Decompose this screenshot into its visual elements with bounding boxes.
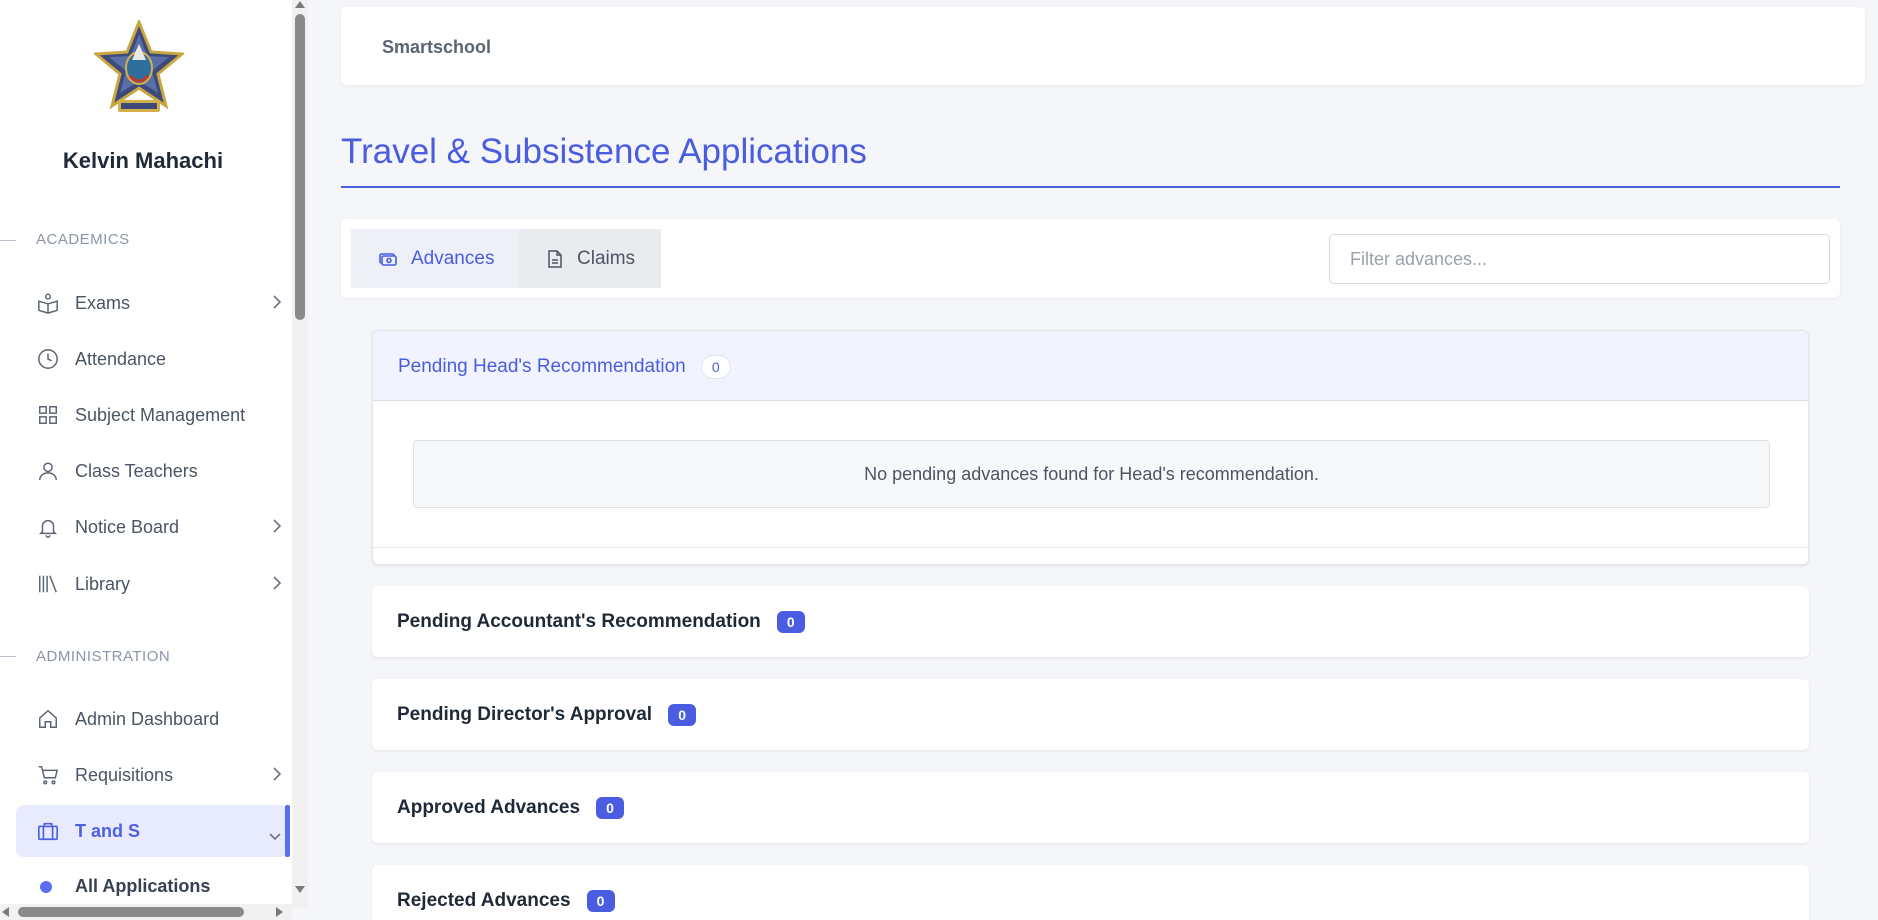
sidebar-subitem-label: All Applications [75,876,211,896]
home-icon [36,707,60,731]
title-underline [341,186,1840,188]
group-pending-head-recommendation: Pending Head's Recommendation 0 No pendi… [372,330,1809,565]
sidebar-item-library[interactable]: Library [16,558,288,610]
count-badge: 0 [586,889,615,912]
scrollbar-thumb[interactable] [18,907,244,917]
sidebar-item-subject-management[interactable]: Subject Management [16,389,288,441]
scroll-down-arrow-icon[interactable] [295,886,305,893]
scroll-up-arrow-icon[interactable] [295,1,305,8]
sidebar-item-label: Requisitions [75,764,174,785]
library-icon [36,572,60,596]
tab-label: Advances [411,247,495,269]
chevron-right-icon [272,294,282,315]
section-divider [0,240,16,241]
money-icon [379,251,397,267]
empty-state-message: No pending advances found for Head's rec… [413,440,1770,508]
chevron-right-icon [272,575,282,596]
group-title: Pending Director's Approval [397,703,653,725]
clock-icon [36,347,60,371]
tab-label: Claims [577,247,636,269]
sidebar-item-label: Class Teachers [75,460,198,481]
group-pending-director-approval[interactable]: Pending Director's Approval 0 [372,679,1809,750]
group-title: Approved Advances [397,796,581,818]
chevron-right-icon [272,518,282,539]
user-name: Kelvin Mahachi [62,148,224,173]
sidebar-item-notice-board[interactable]: Notice Board [16,501,288,553]
document-icon [547,249,563,268]
page-title: Travel & Subsistence Applications [341,132,867,171]
app-brand[interactable]: Smartschool [382,37,491,58]
group-title: Rejected Advances [397,889,571,911]
sidebar-item-requisitions[interactable]: Requisitions [16,749,288,801]
count-badge: 0 [668,703,697,726]
sidebar-item-attendance[interactable]: Attendance [16,333,288,385]
bell-icon [36,515,60,539]
group-header-toggle[interactable]: Rejected Advances 0 [397,865,615,920]
sidebar-item-label: Admin Dashboard [75,708,220,729]
group-title: Pending Accountant's Recommendation [397,610,761,632]
count-badge: 0 [776,610,805,633]
sidebar-item-exams[interactable]: Exams [16,277,288,329]
group-rejected-advances[interactable]: Rejected Advances 0 [372,865,1809,920]
group-footer-divider [373,547,1808,548]
section-label-academics: ACADEMICS [36,231,130,248]
sidebar-item-label: T and S [75,820,141,841]
sidebar-item-label: Notice Board [75,516,180,537]
group-header-toggle[interactable]: Approved Advances 0 [397,772,625,843]
user-icon [36,459,60,483]
filter-advances-input[interactable] [1329,234,1830,284]
sidebar-vertical-scrollbar[interactable] [292,0,308,908]
group-title: Pending Head's Recommendation [398,355,686,377]
sidebar-subitem-all-applications[interactable]: All Applications [40,876,210,897]
briefcase-icon [36,819,60,843]
scroll-left-arrow-icon[interactable] [2,907,9,917]
school-crest-logo [94,20,184,112]
count-badge: 0 [596,796,625,819]
book-reader-icon [36,291,60,315]
sidebar-item-t-and-s[interactable]: T and S [16,805,290,857]
section-divider [0,656,16,657]
bullet-dot-icon [40,880,52,893]
count-badge: 0 [701,355,730,378]
scroll-right-arrow-icon[interactable] [276,907,283,917]
tab-advances[interactable]: Advances [351,229,519,288]
sidebar-item-label: Exams [75,292,131,313]
group-header-toggle[interactable]: Pending Director's Approval 0 [397,679,697,750]
cart-icon [36,763,60,787]
group-pending-accountant-recommendation[interactable]: Pending Accountant's Recommendation 0 [372,586,1809,657]
top-bar: Smartschool [341,7,1865,85]
chevron-down-icon [268,826,282,847]
sidebar-item-admin-dashboard[interactable]: Admin Dashboard [16,693,288,745]
sidebar-item-label: Library [75,573,131,594]
sidebar-item-label: Attendance [75,348,167,369]
grid-icon [36,403,60,427]
group-header-toggle[interactable]: Pending Accountant's Recommendation 0 [397,586,805,657]
chevron-right-icon [272,766,282,787]
tabs-toolbar: Advances Claims [341,219,1840,298]
sidebar-horizontal-scrollbar[interactable] [0,904,292,920]
section-label-administration: ADMINISTRATION [36,648,171,665]
sidebar-item-label: Subject Management [75,404,246,425]
sidebar: Kelvin Mahachi ACADEMICS Exams Attendanc… [0,0,292,920]
tab-claims[interactable]: Claims [519,229,661,288]
sidebar-item-class-teachers[interactable]: Class Teachers [16,445,288,497]
scrollbar-thumb[interactable] [295,14,305,320]
group-approved-advances[interactable]: Approved Advances 0 [372,772,1809,843]
group-header-toggle[interactable]: Pending Head's Recommendation 0 [398,331,730,402]
